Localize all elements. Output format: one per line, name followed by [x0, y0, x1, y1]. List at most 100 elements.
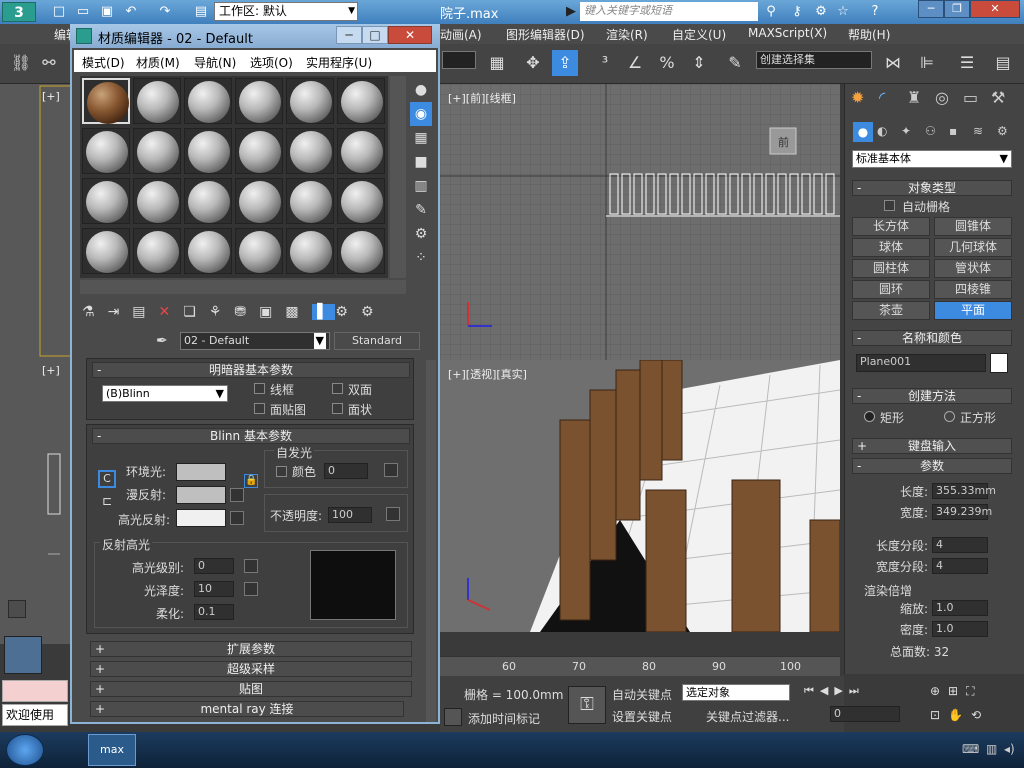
- viewport-front[interactable]: [+][前][线框] 前: [440, 84, 840, 360]
- cone-button[interactable]: 圆锥体: [934, 217, 1012, 236]
- keyboard-tray-icon[interactable]: ⌨: [962, 742, 979, 756]
- viewport-top-left-label[interactable]: [+]: [42, 90, 60, 103]
- scale-spinner[interactable]: 1.0: [932, 600, 988, 616]
- menu-navigation[interactable]: 导航(N): [194, 54, 236, 71]
- menu-maxscript[interactable]: MAXScript(X): [748, 26, 827, 40]
- volume-tray-icon[interactable]: ◂): [1004, 742, 1015, 756]
- material-editor-scrollbar[interactable]: [426, 360, 436, 722]
- playback-controls-icon[interactable]: ⏮◀▶⏭: [804, 684, 865, 698]
- shapes-icon[interactable]: ◐: [877, 124, 887, 138]
- select-rect-icon[interactable]: ▦: [484, 50, 510, 76]
- background-icon[interactable]: ▦: [410, 126, 432, 150]
- sample-slot[interactable]: [337, 178, 385, 224]
- two-sided-checkbox[interactable]: [332, 383, 343, 394]
- opacity-map-button[interactable]: [386, 507, 400, 521]
- open-file-icon[interactable]: ▭: [74, 3, 92, 20]
- viewport-perspective-label[interactable]: [+][透视][真实]: [448, 366, 527, 382]
- menu-options[interactable]: 选项(O): [250, 54, 293, 71]
- plane-button[interactable]: 平面: [934, 301, 1012, 320]
- align-icon[interactable]: ⊫: [914, 50, 940, 76]
- community-icon[interactable]: ⚙: [812, 3, 830, 20]
- geosphere-button[interactable]: 几何球体: [934, 238, 1012, 257]
- make-unique-icon[interactable]: ⚘: [209, 304, 235, 320]
- cylinder-button[interactable]: 圆柱体: [852, 259, 930, 278]
- lock-diffuse-specular-icon[interactable]: ⊏: [98, 494, 116, 512]
- cameras-icon[interactable]: ⚇: [925, 124, 936, 138]
- binoculars-icon[interactable]: ⚲: [762, 3, 780, 20]
- search-arrow-icon[interactable]: ▶: [562, 3, 580, 20]
- viewport-front-label[interactable]: [+][前][线框]: [448, 90, 516, 106]
- menu-utilities[interactable]: 实用程序(U): [306, 54, 372, 71]
- new-file-icon[interactable]: □: [50, 3, 68, 20]
- blinn-basic-params-header[interactable]: - Blinn 基本参数: [92, 428, 410, 444]
- faceted-checkbox[interactable]: [332, 403, 343, 414]
- width-segs-spinner[interactable]: 4: [932, 558, 988, 574]
- sample-slot[interactable]: [184, 228, 232, 274]
- sample-slot[interactable]: [286, 78, 334, 124]
- glossiness-spinner[interactable]: 10: [194, 581, 234, 597]
- workspace-dropdown[interactable]: 工作区: 默认 ▼: [214, 2, 358, 21]
- minimize-button[interactable]: ─: [918, 0, 944, 18]
- expand-track-icon[interactable]: [8, 600, 26, 618]
- undo-icon[interactable]: ↶: [122, 3, 140, 20]
- set-key-button[interactable]: 设置关键点: [612, 708, 672, 725]
- key-icon[interactable]: ⚷: [788, 3, 806, 20]
- material-editor-minimize-button[interactable]: ─: [336, 26, 362, 44]
- self-illum-map-button[interactable]: [384, 463, 398, 477]
- self-illum-color-checkbox[interactable]: [276, 466, 287, 477]
- lights-icon[interactable]: ✦: [901, 124, 911, 138]
- autogrid-checkbox[interactable]: [884, 200, 895, 211]
- percent-snap-icon[interactable]: %: [654, 50, 680, 76]
- sample-slot[interactable]: [286, 178, 334, 224]
- object-category-dropdown[interactable]: 标准基本体 ▼: [852, 150, 1012, 168]
- modify-tab-icon[interactable]: ◜: [879, 88, 885, 107]
- sample-slot[interactable]: [235, 78, 283, 124]
- copy-material-icon[interactable]: ❏: [183, 304, 209, 320]
- assign-to-selection-icon[interactable]: ▤: [132, 304, 158, 320]
- sample-slot[interactable]: [82, 228, 130, 274]
- length-spinner[interactable]: 355.33mm: [932, 483, 996, 499]
- spacewarps-icon[interactable]: ≋: [973, 124, 983, 138]
- lock-icon[interactable]: 🔒: [244, 474, 258, 488]
- wire-checkbox[interactable]: [254, 383, 265, 394]
- viewport-nav-icons-2[interactable]: ⊡✋⟲: [930, 708, 989, 722]
- viewport-layout-icon[interactable]: [4, 636, 42, 674]
- eyedropper-icon[interactable]: ✒: [156, 333, 168, 349]
- opacity-spinner[interactable]: 100: [328, 507, 372, 523]
- spinner-snap-icon[interactable]: ⇕: [686, 50, 712, 76]
- object-type-rollout-header[interactable]: - 对象类型: [852, 180, 1012, 196]
- save-file-icon[interactable]: ▣: [98, 3, 116, 20]
- hierarchy-tab-icon[interactable]: ♜: [907, 88, 921, 107]
- extended-params-rollout-header[interactable]: + 扩展参数: [90, 641, 412, 657]
- radio-square[interactable]: [944, 411, 955, 422]
- backlight-icon[interactable]: ◉: [410, 102, 432, 126]
- sample-slot[interactable]: [133, 78, 181, 124]
- specular-level-map-button[interactable]: [244, 559, 258, 573]
- specular-level-spinner[interactable]: 0: [194, 558, 234, 574]
- material-editor-title-bar[interactable]: 材质编辑器 - 02 - Default ─ □ ✕: [70, 24, 440, 48]
- shader-type-dropdown[interactable]: (B)Blinn ▼: [102, 385, 228, 402]
- shader-basic-params-header[interactable]: - 明暗器基本参数: [92, 362, 410, 378]
- show-end-result-icon[interactable]: ▐: [311, 304, 336, 320]
- put-to-library-icon[interactable]: ⛃: [234, 304, 259, 320]
- go-parent-icon[interactable]: ⚙: [335, 304, 361, 320]
- sample-slot[interactable]: [337, 228, 385, 274]
- help-icon[interactable]: ?: [866, 3, 884, 20]
- options-icon[interactable]: ⚙: [410, 222, 432, 246]
- material-name-field[interactable]: 02 - Default ▼: [180, 332, 330, 350]
- display-tab-icon[interactable]: ▭: [963, 88, 978, 107]
- name-color-rollout-header[interactable]: - 名称和颜色: [852, 330, 1012, 346]
- menu-rendering[interactable]: 渲染(R): [606, 26, 648, 43]
- face-map-checkbox[interactable]: [254, 403, 265, 414]
- go-sibling-icon[interactable]: ⚙: [361, 304, 387, 320]
- sample-slot[interactable]: [184, 128, 232, 174]
- link-icon[interactable]: ⛓: [8, 50, 34, 76]
- object-color-swatch[interactable]: [990, 353, 1008, 373]
- reset-map-icon[interactable]: ✕: [159, 304, 184, 320]
- sample-slot[interactable]: [133, 228, 181, 274]
- unlink-icon[interactable]: ⚯: [36, 50, 62, 76]
- sample-slot[interactable]: [133, 128, 181, 174]
- selection-filter-dropdown[interactable]: [442, 51, 476, 69]
- network-tray-icon[interactable]: ▥: [986, 742, 997, 756]
- helpers-icon[interactable]: ▪: [949, 124, 957, 138]
